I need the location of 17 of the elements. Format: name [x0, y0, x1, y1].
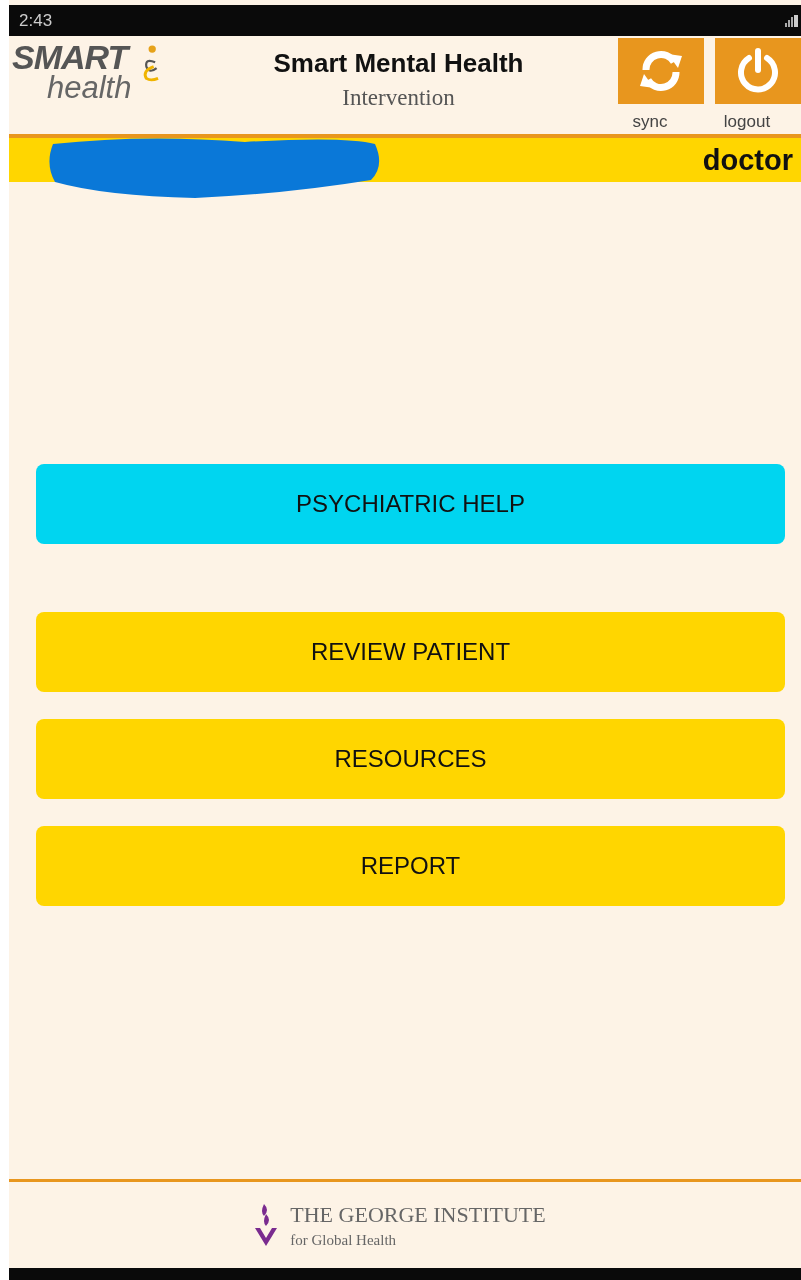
institute-logo: THE GEORGE INSTITUTE for Global Health: [254, 1201, 546, 1249]
menu-button[interactable]: REPORT: [36, 826, 785, 906]
menu-button[interactable]: PSYCHIATRIC HELP: [36, 464, 785, 544]
logout-button[interactable]: [715, 38, 801, 104]
app-subtitle: Intervention: [341, 85, 456, 111]
button-caption: sync: [632, 112, 668, 132]
button-caption: logout: [723, 112, 771, 132]
app-logo: SMART health: [9, 38, 179, 108]
sync-icon: [638, 50, 684, 92]
power-icon: [735, 48, 781, 94]
signal-icon: [785, 14, 799, 27]
clock-time: 2:43: [19, 10, 53, 31]
menu-button[interactable]: REVIEW PATIENT: [36, 612, 785, 692]
user-role: doctor: [702, 143, 793, 177]
app-title: Smart Mental Health: [272, 48, 525, 79]
menu-button[interactable]: RESOURCES: [36, 719, 785, 799]
sync-button[interactable]: [618, 38, 704, 104]
